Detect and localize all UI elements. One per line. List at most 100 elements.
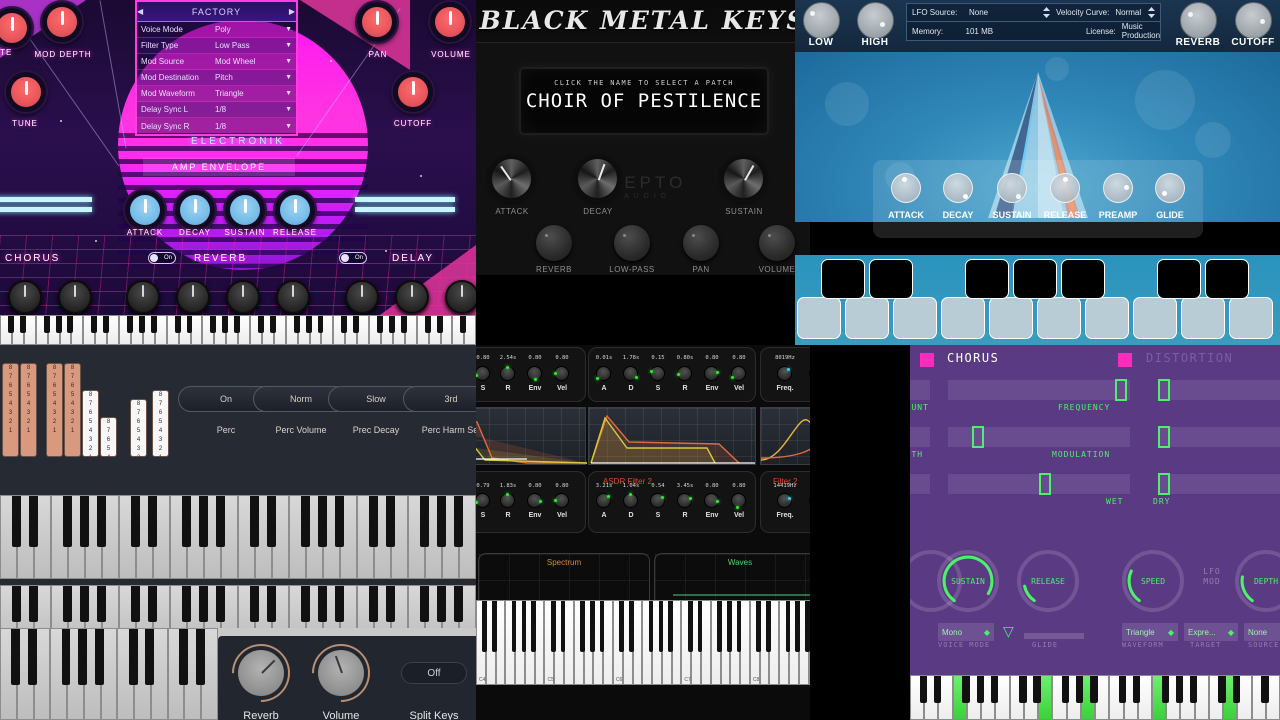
knob-r[interactable]: [677, 366, 692, 381]
piano-key-white[interactable]: [485, 600, 497, 685]
knob-a[interactable]: [596, 366, 611, 381]
piano-key-black[interactable]: [28, 586, 38, 622]
slider-track[interactable]: [910, 380, 930, 400]
piano-key-black[interactable]: [222, 316, 229, 334]
knob-attack[interactable]: [125, 190, 165, 230]
kontakt-pad-keyboard[interactable]: [795, 255, 1280, 345]
piano-key-black[interactable]: [234, 316, 241, 334]
piano-key-black[interactable]: [658, 601, 664, 653]
piano-key-white[interactable]: [119, 315, 133, 345]
slider-track[interactable]: [910, 474, 930, 494]
piano-key-black[interactable]: [67, 316, 74, 334]
knob-r[interactable]: [500, 366, 515, 381]
piano-key-black[interactable]: [482, 601, 488, 653]
knob-preamp[interactable]: [1103, 173, 1133, 203]
piano-key-black[interactable]: [174, 316, 181, 334]
param-row-voice-mode[interactable]: Voice Mode Poly ▼: [137, 22, 296, 38]
piano-key-black[interactable]: [96, 496, 106, 547]
fx-knob-delay-feedback[interactable]: [395, 280, 429, 314]
stepper-icon[interactable]: ◆: [1168, 628, 1174, 637]
piano-key-black[interactable]: [293, 316, 300, 334]
knob-low-pass[interactable]: [614, 225, 650, 261]
param-row-mod-source[interactable]: Mod Source Mod Wheel ▼: [137, 54, 296, 70]
piano-key-black[interactable]: [1261, 676, 1269, 703]
knob-speed[interactable]: SPEED: [1122, 550, 1184, 612]
knob-env[interactable]: [704, 493, 719, 508]
piano-key-white[interactable]: [357, 585, 378, 628]
pad-key-black[interactable]: [1013, 259, 1057, 299]
knob-env[interactable]: [704, 366, 719, 381]
dist-slider-2[interactable]: [1158, 427, 1280, 447]
knob-d[interactable]: [623, 366, 638, 381]
piano-key-black[interactable]: [28, 496, 38, 547]
piano-key-black[interactable]: [511, 601, 517, 653]
chevron-down-icon[interactable]: ▼: [285, 90, 292, 97]
piano-key-black[interactable]: [766, 601, 771, 653]
piano-key-white[interactable]: [357, 495, 378, 579]
knob-freq[interactable]: [777, 366, 792, 381]
piano-key-black[interactable]: [599, 601, 605, 653]
piano-key-white[interactable]: [769, 600, 780, 685]
piano-key-black[interactable]: [62, 496, 72, 547]
piano-key-black[interactable]: [385, 586, 395, 622]
piano-key-black[interactable]: [11, 496, 21, 547]
piano-key-white[interactable]: [345, 315, 360, 345]
piano-key-white[interactable]: [534, 600, 545, 685]
pad-key-white[interactable]: [941, 297, 985, 339]
knob-vel[interactable]: [731, 366, 746, 381]
piano-key-white[interactable]: [289, 585, 310, 628]
piano-key-black[interactable]: [919, 676, 927, 703]
piano-key-black[interactable]: [560, 601, 566, 653]
perc-harm-sel-button[interactable]: 3rd: [403, 386, 476, 412]
piano-key-black[interactable]: [62, 586, 72, 622]
piano-key-white[interactable]: [50, 628, 71, 720]
organ-lower-keyboard[interactable]: [0, 585, 476, 628]
glide-triangle-icon[interactable]: ▽: [1003, 623, 1014, 640]
piano-key-white[interactable]: [95, 315, 110, 345]
piano-key-white[interactable]: [952, 675, 970, 720]
knob-sustain[interactable]: [225, 190, 265, 230]
knob-release[interactable]: [275, 190, 315, 230]
piano-key-white[interactable]: [250, 315, 264, 345]
organ-upper-keyboard[interactable]: [0, 495, 476, 579]
piano-key-white[interactable]: [652, 600, 664, 685]
piano-key-black[interactable]: [419, 586, 429, 622]
split-keys-toggle[interactable]: Off: [401, 662, 467, 684]
piano-key-white[interactable]: [408, 585, 429, 628]
piano-key-black[interactable]: [249, 496, 259, 547]
knob-a[interactable]: [596, 493, 611, 508]
fx-knob-chorus-mix[interactable]: [58, 280, 92, 314]
piano-key-white[interactable]: [632, 600, 643, 685]
piano-key-white[interactable]: [321, 315, 334, 345]
knob-volume[interactable]: [318, 650, 364, 696]
piano-key-black[interactable]: [305, 316, 312, 334]
piano-key-white[interactable]: [661, 600, 673, 685]
piano-key-black[interactable]: [1190, 676, 1198, 703]
piano-key-black[interactable]: [266, 586, 276, 622]
piano-key-black[interactable]: [1161, 676, 1169, 703]
piano-key-black[interactable]: [368, 496, 378, 547]
piano-key-white[interactable]: [1109, 675, 1127, 720]
pad-key-white[interactable]: [1133, 297, 1177, 339]
dist-handle-3[interactable]: [1158, 473, 1170, 495]
knob-freq[interactable]: [777, 493, 792, 508]
knob-depth[interactable]: DEPTH: [1235, 550, 1280, 612]
piano-key-black[interactable]: [619, 601, 625, 653]
piano-key-white[interactable]: [622, 600, 634, 685]
piano-key-white[interactable]: [119, 585, 140, 628]
piano-key-black[interactable]: [697, 601, 703, 653]
piano-key-black[interactable]: [436, 316, 443, 334]
piano-key-white[interactable]: [35, 315, 50, 345]
chorus-led[interactable]: [920, 353, 934, 367]
drawbar[interactable]: 8 7 6 5 4 3 2 1: [100, 417, 117, 488]
piano-key-white[interactable]: [51, 495, 72, 579]
param-row-mod-waveform[interactable]: Mod Waveform Triangle ▼: [137, 86, 296, 102]
piano-key-black[interactable]: [341, 316, 348, 334]
fx-knob-reverb-damping[interactable]: [176, 280, 210, 314]
distortion-led[interactable]: [1118, 353, 1132, 367]
piano-key-white[interactable]: [408, 495, 429, 579]
fx-knob-reverb-width[interactable]: [226, 280, 260, 314]
piano-key-white[interactable]: [416, 315, 431, 345]
knob-decay[interactable]: [175, 190, 215, 230]
piano-key-black[interactable]: [130, 586, 140, 622]
